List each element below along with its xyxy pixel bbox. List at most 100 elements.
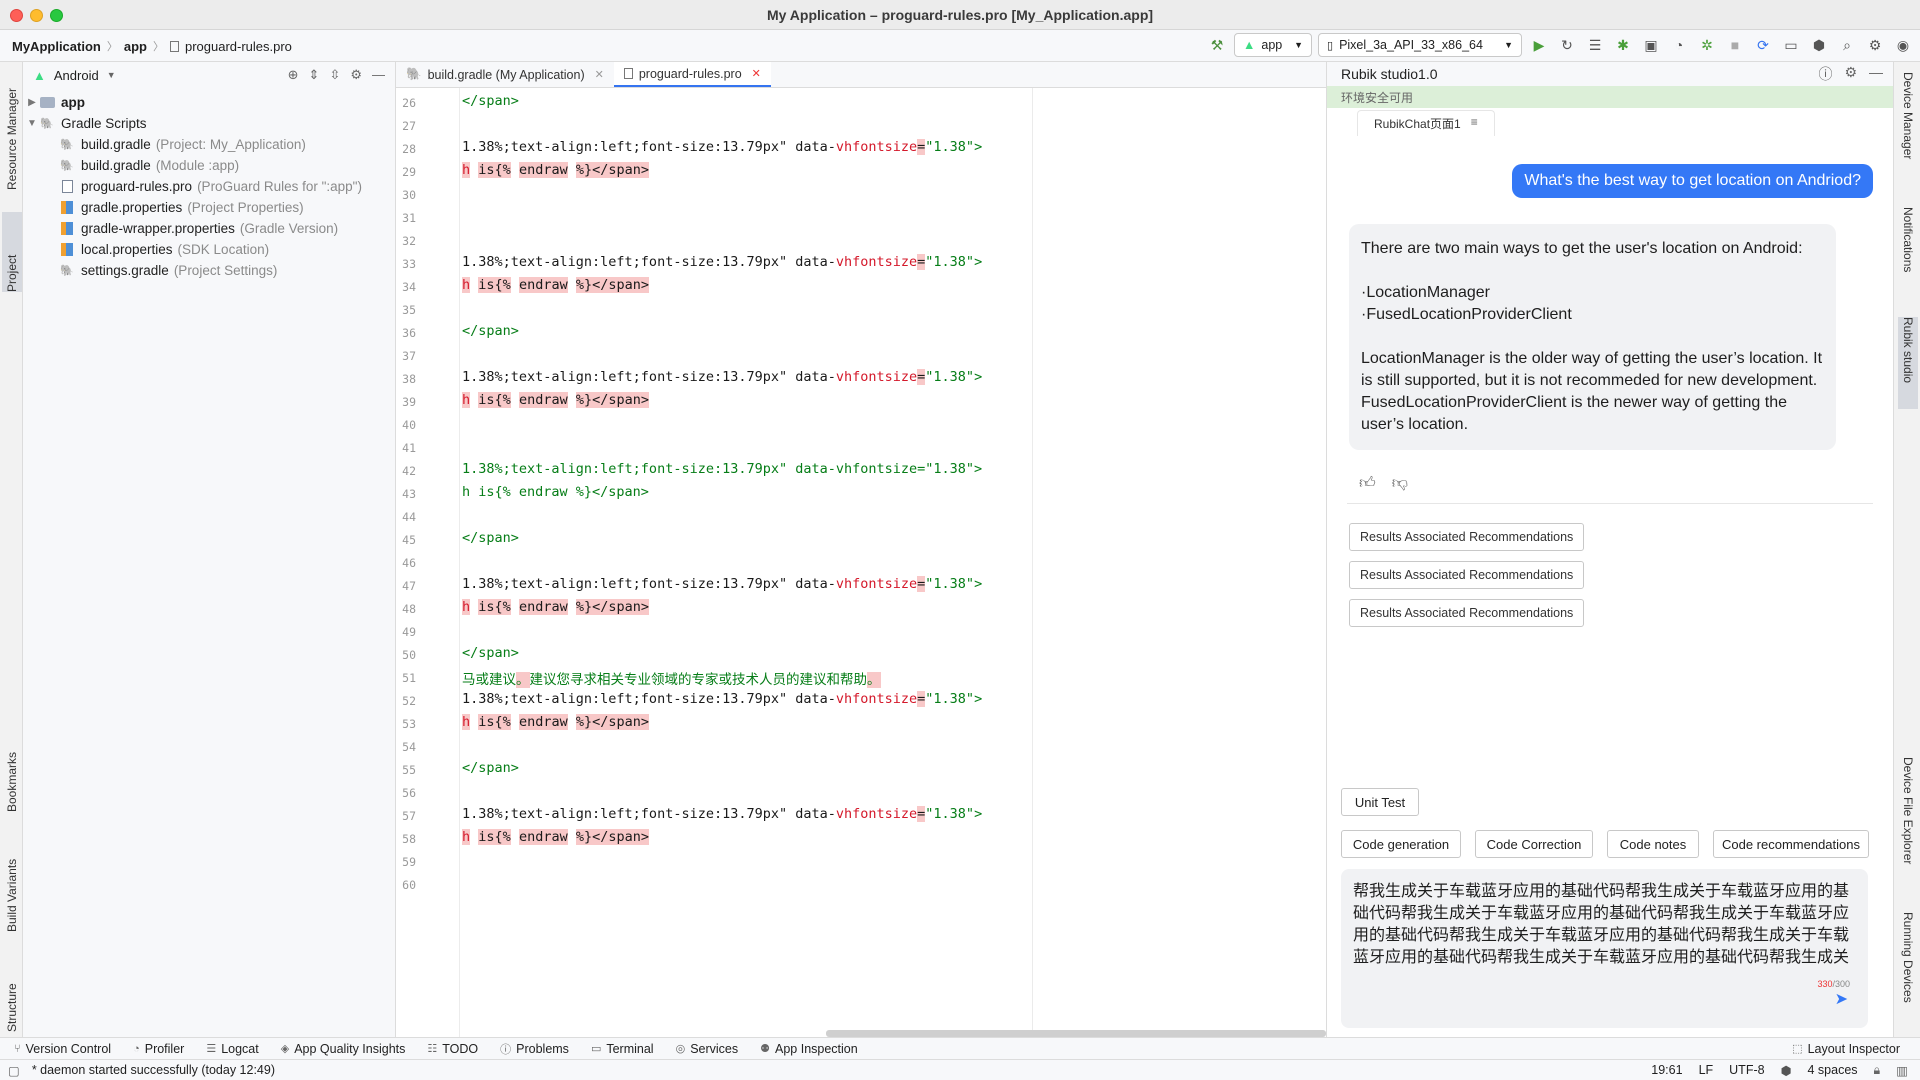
file-encoding[interactable]: UTF-8: [1729, 1063, 1764, 1077]
expand-all-icon[interactable]: ⇕: [309, 67, 320, 83]
line-number: 31: [402, 211, 416, 225]
resource-manager-tab[interactable]: Resource Manager: [2, 70, 22, 190]
sync-icon[interactable]: ⟳: [1752, 33, 1774, 57]
left-tool-strip: Resource Manager Project Bookmarks Build…: [0, 62, 23, 1037]
tree-item-build-gradle-module[interactable]: 🐘 build.gradle (Module :app): [23, 155, 395, 176]
layout-inspector-tab[interactable]: ⬚ Layout Inspector: [1792, 1042, 1900, 1056]
file-icon: [623, 68, 633, 79]
close-icon[interactable]: ✕: [595, 68, 604, 81]
lock-icon[interactable]: 🔒︎: [1874, 1063, 1881, 1078]
profile-icon[interactable]: ◔: [1668, 33, 1690, 57]
project-view-select[interactable]: Android: [54, 68, 99, 83]
notifications-tab[interactable]: Notifications: [1898, 207, 1918, 307]
chevron-down-icon[interactable]: ▼: [25, 118, 39, 129]
sdk-manager-icon[interactable]: ⬢: [1808, 33, 1830, 57]
breadcrumb-file[interactable]: proguard-rules.pro: [185, 39, 292, 54]
tree-item-gradle-wrapper-properties[interactable]: gradle-wrapper.properties (Gradle Versio…: [23, 218, 395, 239]
recommendation-button[interactable]: Results Associated Recommendations: [1349, 523, 1585, 551]
coverage-icon[interactable]: ▣: [1640, 33, 1662, 57]
hide-panel-icon[interactable]: —: [1869, 64, 1883, 84]
profiler-tab[interactable]: ◔ Profiler: [133, 1042, 184, 1056]
menu-icon[interactable]: ≡: [1471, 115, 1478, 132]
avatar-icon[interactable]: ◉: [1892, 33, 1914, 57]
chat-input[interactable]: 帮我生成关于车载蓝牙应用的基础代码帮我生成关于车载蓝牙应用的基础代码帮我生成关于…: [1341, 869, 1868, 1028]
editor-tabs: 🐘 build.gradle (My Application) ✕ progua…: [396, 62, 1326, 88]
gear-icon[interactable]: ⚙: [1844, 64, 1857, 84]
chat-input-text[interactable]: 帮我生成关于车载蓝牙应用的基础代码帮我生成关于车载蓝牙应用的基础代码帮我生成关于…: [1353, 881, 1856, 969]
app-quality-insights-tab[interactable]: ◈ App Quality Insights: [281, 1042, 406, 1056]
recommendation-button[interactable]: Results Associated Recommendations: [1349, 599, 1585, 627]
tree-item-gradle-properties[interactable]: gradle.properties (Project Properties): [23, 197, 395, 218]
version-control-tab[interactable]: ⑂ Version Control: [14, 1042, 111, 1056]
build-variants-tab[interactable]: Build Variants: [2, 832, 22, 932]
thumbs-up-icon[interactable]: 👍︎: [1359, 474, 1376, 493]
memory-icon[interactable]: ▥: [1896, 1063, 1908, 1078]
run-icon[interactable]: ▶: [1528, 33, 1550, 57]
tree-item-proguard-rules[interactable]: proguard-rules.pro (ProGuard Rules for "…: [23, 176, 395, 197]
tree-item-settings-gradle[interactable]: 🐘 settings.gradle (Project Settings): [23, 260, 395, 281]
hexagon-icon[interactable]: ⬢: [1781, 1063, 1792, 1078]
device-manager-tab[interactable]: Device Manager: [1898, 72, 1918, 182]
project-tab[interactable]: Project: [2, 212, 22, 292]
rubik-studio-tab[interactable]: Rubik studio: [1898, 317, 1918, 409]
breadcrumb-module[interactable]: app: [124, 39, 147, 54]
tab-build-gradle[interactable]: 🐘 build.gradle (My Application) ✕: [396, 62, 614, 87]
line-number: 57: [402, 809, 416, 823]
logcat-tab[interactable]: ☰ Logcat: [206, 1042, 258, 1056]
apply-changes-icon[interactable]: ☰: [1584, 33, 1606, 57]
code-area[interactable]: </span> 1.38%;text-align:left;font-size:…: [462, 88, 1326, 1037]
problems-tab[interactable]: ⓘ Problems: [500, 1041, 569, 1057]
tool-window-label: TODO: [442, 1041, 479, 1056]
breadcrumb-project[interactable]: MyApplication: [12, 39, 101, 54]
services-tab[interactable]: ◎ Services: [676, 1042, 739, 1056]
hide-panel-icon[interactable]: —: [372, 67, 385, 83]
locate-icon[interactable]: ⊕: [288, 67, 299, 83]
tree-item-app[interactable]: ▶ app: [23, 92, 395, 113]
code-token: %}</span>: [575, 714, 650, 730]
gear-icon[interactable]: ⚙: [1864, 33, 1886, 57]
bookmarks-tab[interactable]: Bookmarks: [2, 732, 22, 812]
chevron-down-icon[interactable]: ▼: [107, 70, 116, 80]
indent-setting[interactable]: 4 spaces: [1808, 1063, 1858, 1077]
structure-tab[interactable]: Structure: [2, 952, 22, 1032]
debug-icon[interactable]: ✱: [1612, 33, 1634, 57]
device-select[interactable]: ▯ Pixel_3a_API_33_x86_64 ▼: [1318, 33, 1522, 57]
thumbs-down-icon[interactable]: 👎︎: [1392, 474, 1408, 493]
line-number: 46: [402, 556, 416, 570]
running-devices-tab[interactable]: Running Devices: [1898, 912, 1918, 1027]
search-icon[interactable]: ⌕: [1836, 33, 1858, 57]
recommendation-button[interactable]: Results Associated Recommendations: [1349, 561, 1585, 589]
status-panel-icon[interactable]: ▢: [8, 1063, 20, 1078]
horizontal-scrollbar[interactable]: [826, 1030, 1326, 1037]
terminal-tab[interactable]: ▭ Terminal: [591, 1042, 654, 1056]
gear-icon[interactable]: ⚙: [350, 67, 362, 83]
app-inspection-tab[interactable]: ⚉ App Inspection: [760, 1042, 858, 1056]
code-recommendations-button[interactable]: Code recommendations: [1713, 830, 1869, 858]
code-generation-button[interactable]: Code generation: [1341, 830, 1461, 858]
attach-debugger-icon[interactable]: ✲: [1696, 33, 1718, 57]
code-notes-button[interactable]: Code notes: [1607, 830, 1699, 858]
rerun-icon[interactable]: ↻: [1556, 33, 1578, 57]
tab-rubikchat-page1[interactable]: RubikChat页面1 ≡: [1357, 110, 1495, 136]
todo-tab[interactable]: ☷ TODO: [427, 1042, 478, 1056]
code-correction-button[interactable]: Code Correction: [1475, 830, 1593, 858]
user-message: What's the best way to get location on A…: [1512, 164, 1873, 198]
tab-proguard-rules[interactable]: proguard-rules.pro ✕: [613, 62, 771, 87]
hammer-icon[interactable]: ⚒: [1206, 33, 1228, 57]
device-manager-icon[interactable]: ▭: [1780, 33, 1802, 57]
device-file-explorer-tab[interactable]: Device File Explorer: [1898, 757, 1918, 897]
chevron-right-icon[interactable]: ▶: [25, 97, 39, 108]
status-message[interactable]: * daemon started successfully (today 12:…: [32, 1063, 275, 1077]
tree-item-build-gradle-project[interactable]: 🐘 build.gradle (Project: My_Application): [23, 134, 395, 155]
send-icon[interactable]: ➤: [1835, 989, 1848, 1011]
run-config-select[interactable]: ▲ app ▼: [1234, 33, 1312, 57]
help-icon[interactable]: ⓘ: [1818, 64, 1832, 84]
line-separator[interactable]: LF: [1699, 1063, 1714, 1077]
caret-position[interactable]: 19:61: [1651, 1063, 1682, 1077]
tree-item-gradle-scripts[interactable]: ▼ 🐘 Gradle Scripts: [23, 113, 395, 134]
unit-test-button[interactable]: Unit Test: [1341, 788, 1419, 816]
collapse-all-icon[interactable]: ⇳: [329, 67, 340, 83]
stop-icon[interactable]: ■: [1724, 33, 1746, 57]
tree-item-local-properties[interactable]: local.properties (SDK Location): [23, 239, 395, 260]
close-icon[interactable]: ✕: [752, 67, 761, 80]
